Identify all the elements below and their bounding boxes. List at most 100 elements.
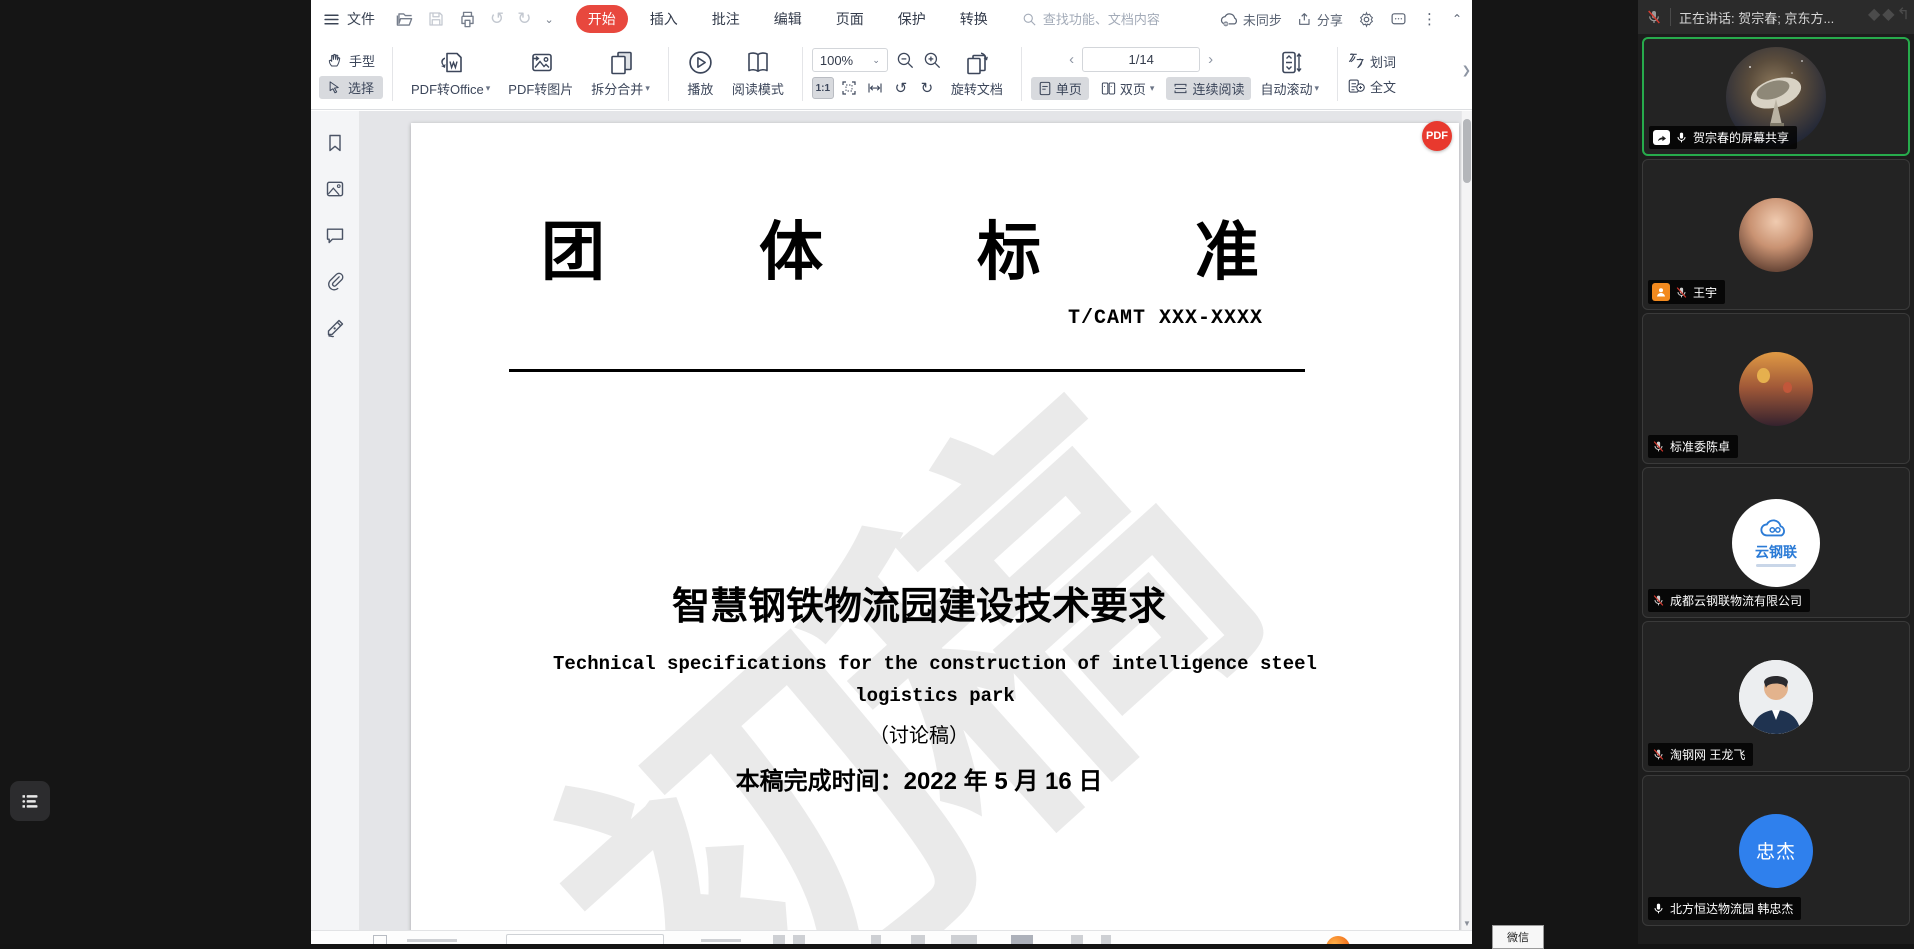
tab-page[interactable]: 页面 [824,5,876,33]
attachment-icon[interactable] [325,271,345,291]
fit-page-icon[interactable] [838,77,860,99]
redo-icon[interactable]: ↻ [517,9,531,29]
participant-tile[interactable]: 淘钢网 王龙飞 [1642,621,1910,772]
sync-status[interactable]: 未同步 [1220,10,1282,29]
file-menu[interactable]: 文件 [323,9,375,29]
rotate-right-icon[interactable]: ↻ [916,77,938,99]
tab-protect[interactable]: 保护 [886,5,938,33]
outline-list-icon [20,791,40,811]
share-label: 分享 [1317,10,1343,29]
collapse-ribbon-icon[interactable]: ⌃ [1452,12,1462,26]
zoom-out-icon[interactable] [896,51,915,70]
comment-icon[interactable] [325,225,345,245]
self-mic-muted-icon[interactable] [1646,9,1662,25]
doc-subtitle-en-line1: Technical specifications for the constru… [411,653,1459,675]
play-button[interactable]: 播放 [678,47,723,100]
pdf-to-office-icon [437,49,465,76]
participant-tile[interactable]: 忠杰 北方恒达物流园 韩忠杰 [1642,775,1910,926]
scroll-down-arrow-icon[interactable]: ▼ [1462,919,1472,928]
participant-tile[interactable]: 云钢联 成都云钢联物流有限公司 [1642,467,1910,618]
signature-stamp-icon[interactable] [325,317,346,338]
print-icon[interactable] [458,10,477,29]
hand-tool-button[interactable]: 手型 [319,49,383,72]
pdf-red-badge[interactable]: PDF [1422,121,1452,151]
tab-comment[interactable]: 批注 [700,5,752,33]
settings-gear-icon[interactable] [1358,11,1375,28]
participant-name: 淘钢网 王龙飞 [1670,746,1745,763]
statusbar-fragment [1101,935,1111,944]
prev-page-icon[interactable]: ‹ [1069,51,1074,68]
thumbnail-image-icon[interactable] [325,179,345,199]
word-translate-button[interactable]: 划词 [1347,52,1396,71]
headline-char: 准 [1195,201,1259,293]
vertical-scrollbar[interactable]: ▼ [1461,111,1472,930]
double-page-label: 双页 [1120,79,1146,98]
tab-convert[interactable]: 转换 [948,5,1000,33]
quickbar-dropdown-icon[interactable]: ⌄ [545,13,554,26]
next-page-icon[interactable]: › [1208,51,1213,68]
tab-edit[interactable]: 编辑 [762,5,814,33]
open-file-icon[interactable] [395,10,414,29]
continuous-reading-label: 连续阅读 [1192,79,1244,98]
pdf-to-image-button[interactable]: PDF转图片 [499,47,582,100]
undo-icon[interactable]: ↺ [490,9,504,29]
share-icon [1297,11,1313,27]
zoom-level-select[interactable]: 100% ⌄ [812,48,888,72]
pdf-page: 初稿 团 体 标 准 T/CAMT XXX-XXXX 智慧钢铁物流园建设技术要求… [411,123,1459,930]
screen-share-icon [1653,130,1670,145]
participant-name: 成都云钢联物流有限公司 [1670,592,1802,609]
doc-date-line: 本稿完成时间：2022 年 5 月 16 日 [411,761,1427,796]
participant-name: 标准委陈卓 [1670,438,1730,455]
hand-icon [327,52,343,68]
scrollbar-thumb[interactable] [1463,119,1471,183]
participant-name: 北方恒达物流园 韩忠杰 [1670,900,1793,917]
participant-tile[interactable]: 标准委陈卓 [1642,313,1910,464]
wechat-tooltip: 微信 [1492,925,1544,949]
split-merge-button[interactable]: 拆分合并▾ [582,47,659,100]
search-input[interactable] [1043,12,1193,27]
search-box[interactable] [1022,12,1212,27]
panel-controls-deco[interactable]: ◆◆↰ [1868,4,1910,24]
speaking-banner: 正在讲话: 贺宗春; 京东方... ◆◆↰ [1638,0,1914,34]
statusbar-fragment [701,939,741,942]
actual-size-label: 1:1 [816,83,830,94]
pdf-to-office-button[interactable]: PDF转Office▾ [402,47,499,100]
fit-width-icon[interactable] [864,77,886,99]
taskbar-app-icon[interactable] [1326,936,1350,944]
select-tool-button[interactable]: 选择 [319,76,383,99]
speaking-text: 正在讲话: 贺宗春; 京东方... [1679,8,1834,27]
single-page-button[interactable]: 单页 [1031,77,1089,100]
statusbar-fragment [1071,935,1083,944]
toolbar-expand-icon[interactable]: ❯ [1462,64,1471,77]
double-page-button[interactable]: 双页 ▾ [1094,77,1162,100]
document-viewport[interactable]: 初稿 团 体 标 准 T/CAMT XXX-XXXX 智慧钢铁物流园建设技术要求… [360,111,1461,930]
zoom-in-icon[interactable] [923,51,942,70]
reading-mode-button[interactable]: 阅读模式 [723,47,793,100]
feedback-message-icon[interactable] [1390,11,1407,28]
split-merge-label: 拆分合并 [591,79,643,98]
cloud-unsynced-icon [1220,12,1239,27]
bookmark-icon[interactable] [325,133,345,153]
save-icon[interactable] [427,10,445,28]
statusbar-fragment [793,935,805,944]
participant-tile-screen-share[interactable]: 贺宗春的屏幕共享 [1642,37,1910,156]
participant-name: 贺宗春的屏幕共享 [1693,129,1789,146]
single-page-icon [1038,81,1052,96]
toc-outline-button[interactable] [10,781,50,821]
rotate-document-button[interactable]: 旋转文档 [942,47,1012,100]
participant-tile[interactable]: 王宇 [1642,159,1910,310]
actual-size-button[interactable]: 1:1 [812,77,834,99]
statusbar-fragment [407,939,457,942]
continuous-reading-button[interactable]: 连续阅读 [1166,77,1251,100]
pdf-to-image-label: PDF转图片 [508,79,573,98]
more-options-icon[interactable]: ⋮ [1422,10,1437,28]
full-translate-button[interactable]: 全文 [1347,77,1396,96]
share-button[interactable]: 分享 [1297,10,1343,29]
rotate-left-icon[interactable]: ↺ [890,77,912,99]
tab-home[interactable]: 开始 [576,5,628,33]
page-indicator-input[interactable] [1082,47,1200,72]
tab-insert[interactable]: 插入 [638,5,690,33]
hand-tool-label: 手型 [349,51,375,70]
auto-scroll-button[interactable]: 自动滚动▾ [1251,47,1328,100]
mic-muted-icon [1652,748,1665,761]
